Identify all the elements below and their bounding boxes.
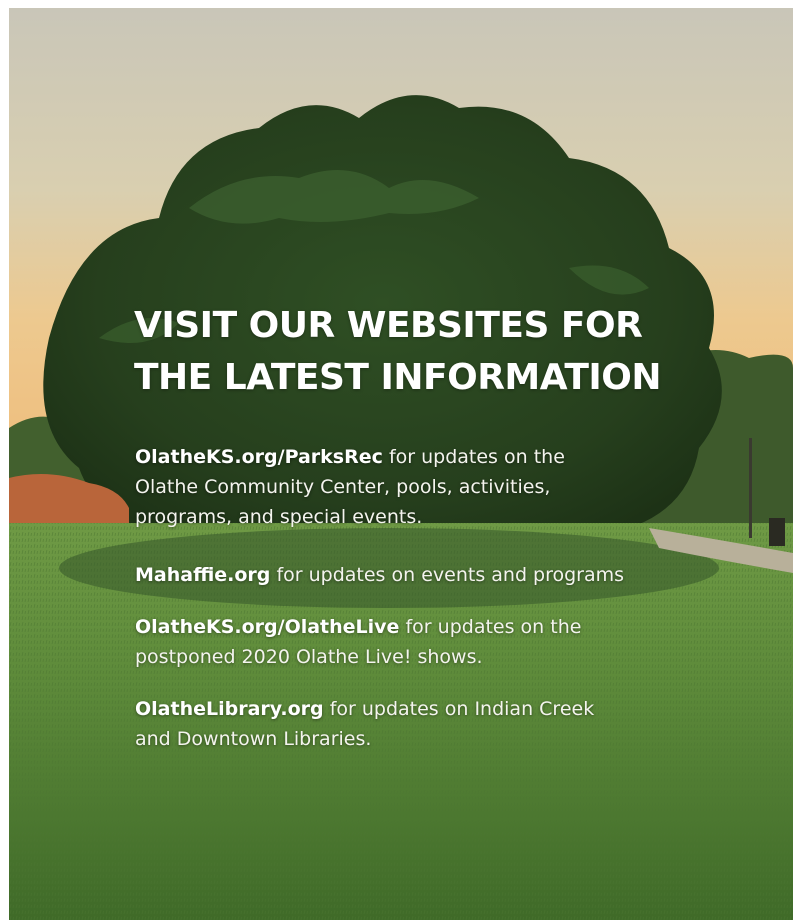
entry-description: for updates on Indian Creek [323,698,595,720]
entry-first-line: OlatheKS.org/OlatheLive for updates on t… [135,612,581,642]
entry-description: programs, and special events. [135,506,423,528]
website-entry-mahaffie: Mahaffie.org for updates on events and p… [135,560,624,590]
headline-line-1: VISIT OUR WEBSITES FOR [134,305,643,346]
website-entry-olathelive: OlatheKS.org/OlatheLive for updates on t… [135,612,581,672]
library-link[interactable]: OlatheLibrary.org [135,698,324,720]
website-entry-library: OlatheLibrary.org for updates on Indian … [135,694,594,754]
entry-description: for updates on events and programs [270,564,625,586]
parksrec-link[interactable]: OlatheKS.org/ParksRec [135,446,383,468]
mahaffie-link[interactable]: Mahaffie.org [135,564,270,586]
entry-description: and Downtown Libraries. [135,728,372,750]
website-entry-parksrec: OlatheKS.org/ParksRec for updates on the… [135,442,565,532]
entry-description: for updates on the [399,616,582,638]
entry-description: postponed 2020 Olathe Live! shows. [135,646,483,668]
entry-description: for updates on the [382,446,565,468]
entry-first-line: Mahaffie.org for updates on events and p… [135,560,624,590]
entry-description: Olathe Community Center, pools, activiti… [135,476,551,498]
headline-line-2: THE LATEST INFORMATION [134,357,662,398]
entry-first-line: OlatheKS.org/ParksRec for updates on the [135,442,565,472]
headline: VISIT OUR WEBSITES FOR THE LATEST INFORM… [134,300,662,404]
entry-first-line: OlatheLibrary.org for updates on Indian … [135,694,594,724]
flyer-page: VISIT OUR WEBSITES FOR THE LATEST INFORM… [0,0,801,920]
olathelive-link[interactable]: OlatheKS.org/OlatheLive [135,616,399,638]
